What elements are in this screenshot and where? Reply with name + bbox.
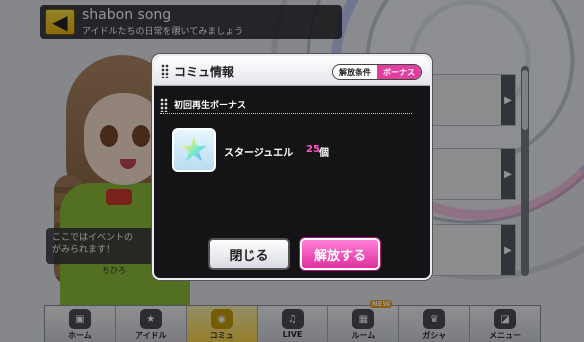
- dialog-header: コミュ情報 解放条件 ボーナス: [154, 56, 430, 86]
- tab-unlock-conditions[interactable]: 解放条件: [333, 65, 377, 79]
- tab-bonus[interactable]: ボーナス: [377, 65, 421, 79]
- commu-info-dialog: コミュ情報 解放条件 ボーナス 初回再生ボーナス ★ スタージュエル 25 個 …: [152, 54, 432, 280]
- reward-name: スタージュエル: [224, 148, 294, 159]
- dialog-tab-switch: 解放条件 ボーナス: [332, 64, 422, 80]
- grip-icon: [161, 64, 169, 78]
- bonus-section-title: 初回再生ボーナス: [174, 101, 247, 111]
- unlock-button[interactable]: 解放する: [300, 238, 380, 270]
- close-button[interactable]: 閉じる: [208, 238, 290, 270]
- reward-item: ★: [172, 128, 216, 172]
- reward-count: 25: [306, 144, 320, 155]
- reward-unit: 個: [319, 148, 329, 159]
- star-jewel-icon: ★: [178, 130, 210, 170]
- grip-icon: [160, 98, 168, 112]
- bonus-section-header: 初回再生ボーナス: [160, 96, 412, 114]
- dialog-title: コミュ情報: [174, 65, 235, 79]
